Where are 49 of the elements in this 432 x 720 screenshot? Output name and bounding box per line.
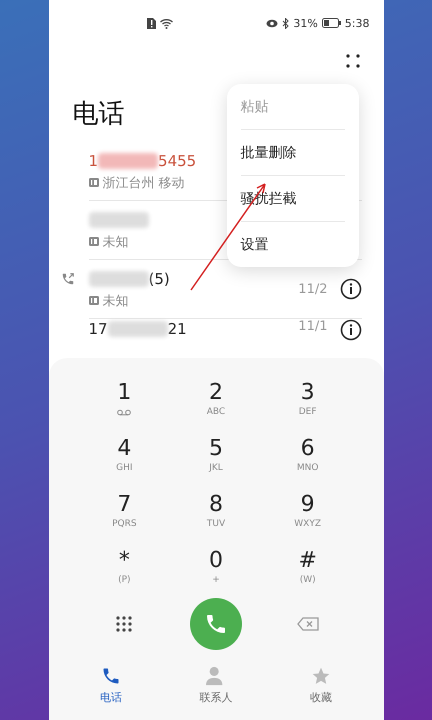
dial-key[interactable]: 9 WXYZ [262,492,354,534]
caller-location: 未知 [102,234,128,250]
nav-tab[interactable]: 电话 [58,664,164,706]
hd-icon [88,237,98,246]
redacted-number [88,270,148,286]
nav-tab[interactable]: 联系人 [164,664,268,706]
redacted-number [108,321,168,337]
dial-key[interactable]: 3 DEF [262,380,354,422]
more-icon[interactable] [346,54,360,68]
menu-item[interactable]: 批量删除 [240,130,344,176]
page-title: 电话 [72,98,124,131]
nav-tab[interactable]: 收藏 [268,664,374,706]
dial-key[interactable]: 0 + [170,548,262,590]
call-log-row[interactable]: 17 21 11/1 [88,319,362,357]
dial-key[interactable]: 8 TUV [170,492,262,534]
dial-key[interactable]: 5 JKL [170,436,262,478]
dial-key[interactable]: 2 ABC [170,380,262,422]
backspace-icon[interactable] [296,617,319,631]
caller-location: 浙江台州 移动 [102,174,185,192]
clock-time: 5:38 [344,16,370,30]
call-date: 11/2 [298,282,328,296]
dial-key[interactable]: 7 PQRS [78,492,170,534]
dial-key[interactable]: # (W) [262,548,354,590]
sim-icon [146,18,156,28]
caller-location: 未知 [102,292,128,310]
info-icon[interactable] [340,278,362,300]
dial-key[interactable]: 6 MNO [262,436,354,478]
dial-key[interactable]: * (P) [78,548,170,590]
hd-icon [88,296,98,305]
keypad-icon[interactable] [115,615,134,633]
wifi-icon [160,18,172,28]
hd-icon [88,178,98,187]
eye-icon [266,18,278,28]
phone-number: (5) [148,270,170,288]
battery-icon [322,18,341,28]
redacted-number [88,212,148,228]
phone-number: 21 [168,320,187,338]
battery-percent: 31% [293,16,318,30]
voicemail-icon [117,408,132,416]
redacted-number [98,152,158,168]
bluetooth-icon [282,18,290,28]
call-date: 11/1 [298,319,328,334]
dial-key[interactable]: 4 GHI [78,436,170,478]
phone-number: 1 [88,152,98,170]
dial-key[interactable]: 1 [78,380,170,422]
phone-number: 5455 [158,152,196,170]
star-icon [311,666,331,686]
phone-number: 17 [88,320,108,338]
info-icon[interactable] [340,319,362,341]
